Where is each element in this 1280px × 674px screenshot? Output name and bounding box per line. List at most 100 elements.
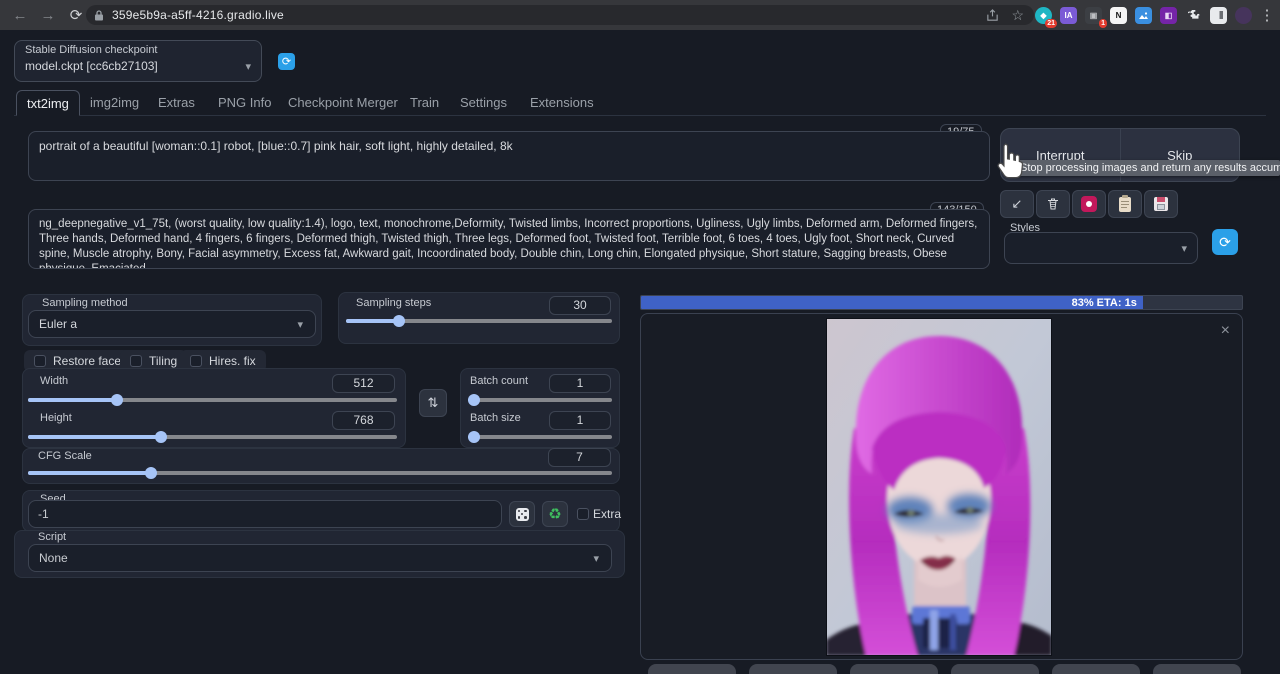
browser-forward-button[interactable]: →: [36, 3, 60, 27]
clear-prompt-button[interactable]: [1036, 190, 1070, 218]
progress-text: 83% ETA: 1s: [1072, 297, 1143, 309]
seed-value: -1: [38, 507, 49, 521]
generated-image-preview[interactable]: [826, 318, 1052, 656]
image-extension-icon[interactable]: [1135, 7, 1152, 24]
seed-input[interactable]: -1: [28, 500, 502, 528]
sidebar-extension-icon[interactable]: [1210, 7, 1227, 24]
batch-size-label: Batch size: [470, 412, 521, 424]
share-icon[interactable]: [986, 9, 999, 22]
lock-icon: [94, 10, 104, 21]
browser-reload-button[interactable]: ⟳: [64, 3, 88, 27]
cfg-scale-input[interactable]: 7: [548, 448, 611, 467]
script-dropdown[interactable]: None ▾: [28, 544, 612, 572]
styles-refresh-button[interactable]: ⟳: [1212, 229, 1238, 255]
height-slider[interactable]: [28, 431, 397, 443]
gallery-action-button[interactable]: [1052, 664, 1140, 674]
bookmark-star-icon[interactable]: ☆: [1011, 7, 1024, 24]
hires-fix-label: Hires. fix: [209, 354, 256, 368]
script-value: None: [39, 551, 68, 565]
script-label: Script: [38, 531, 66, 543]
progress-fill: 83% ETA: 1s: [641, 296, 1143, 309]
tiling-checkbox[interactable]: [130, 355, 142, 367]
swap-dimensions-button[interactable]: ⇅: [419, 389, 447, 417]
close-preview-icon[interactable]: ×: [1221, 322, 1230, 340]
progress-bar: 83% ETA: 1s: [640, 295, 1243, 310]
apply-styles-button[interactable]: [1108, 190, 1142, 218]
cfg-scale-label: CFG Scale: [38, 450, 92, 462]
tab-extras[interactable]: Extras: [148, 90, 205, 116]
width-slider[interactable]: [28, 394, 397, 406]
interrupt-tooltip: Stop processing images and return any re…: [1012, 160, 1280, 176]
seed-extra-checkbox[interactable]: [577, 508, 589, 520]
pin-extension-badge: 21: [1045, 19, 1057, 28]
tab-settings[interactable]: Settings: [450, 90, 517, 116]
width-input[interactable]: 512: [332, 374, 395, 393]
styles-dropdown[interactable]: ▾: [1004, 232, 1198, 264]
ia-extension-icon[interactable]: IA: [1060, 7, 1077, 24]
sampling-steps-slider[interactable]: [346, 315, 612, 327]
width-label: Width: [40, 375, 68, 387]
dice-icon: [516, 508, 529, 521]
styles-chevron-icon: ▾: [1181, 242, 1187, 255]
sampling-method-value: Euler a: [39, 317, 77, 331]
height-label: Height: [40, 412, 72, 424]
recycle-icon: ♻: [548, 505, 561, 523]
trash-icon: [1046, 197, 1060, 211]
sampling-method-dropdown[interactable]: Euler a ▾: [28, 310, 316, 338]
sampling-method-chevron-icon: ▾: [297, 318, 303, 331]
checkpoint-block: Stable Diffusion checkpoint model.ckpt […: [14, 40, 262, 82]
checkpoint-label: Stable Diffusion checkpoint: [25, 44, 158, 56]
tab-extensions[interactable]: Extensions: [520, 90, 604, 116]
profile-avatar[interactable]: [1235, 7, 1252, 24]
random-seed-button[interactable]: [509, 501, 535, 527]
batch-count-label: Batch count: [470, 375, 528, 387]
reuse-seed-button[interactable]: ♻: [542, 501, 568, 527]
browser-back-button[interactable]: ←: [8, 3, 32, 27]
save-floppy-icon: [1154, 197, 1168, 211]
extra-networks-icon: [1081, 196, 1097, 212]
camera-extension-badge: 1: [1099, 19, 1107, 28]
tab-train[interactable]: Train: [400, 90, 449, 116]
sampling-steps-input[interactable]: 30: [549, 296, 611, 315]
height-input[interactable]: 768: [332, 411, 395, 430]
batch-size-slider[interactable]: [468, 431, 612, 443]
puzzle-extensions-icon[interactable]: [1185, 7, 1202, 24]
browser-menu-icon[interactable]: ⋮: [1260, 3, 1274, 27]
tiling-label: Tiling: [149, 354, 177, 368]
purple-extension-icon[interactable]: ◧: [1160, 7, 1177, 24]
hires-fix-checkbox[interactable]: [190, 355, 202, 367]
tab-png-info[interactable]: PNG Info: [208, 90, 281, 116]
gallery-action-button[interactable]: [951, 664, 1039, 674]
seed-extra-label: Extra: [593, 507, 621, 521]
address-bar[interactable]: 359e5b9a-a5ff-4216.gradio.live ☆: [86, 5, 1034, 25]
notion-extension-icon[interactable]: N: [1110, 7, 1127, 24]
negative-prompt-textarea[interactable]: ng_deepnegative_v1_75t, (worst quality, …: [28, 209, 990, 269]
gallery-action-button[interactable]: [648, 664, 736, 674]
restore-faces-checkbox[interactable]: [34, 355, 46, 367]
show-extra-networks-button[interactable]: [1072, 190, 1106, 218]
pin-extension-icon[interactable]: ◆ 21: [1035, 7, 1052, 24]
checkpoint-dropdown[interactable]: model.ckpt [cc6cb27103] ▾: [25, 59, 251, 73]
chevron-down-icon: ▾: [245, 60, 251, 73]
screen: ← → ⟳ 359e5b9a-a5ff-4216.gradio.live ☆ ◆…: [0, 0, 1280, 674]
save-style-button[interactable]: [1144, 190, 1178, 218]
swap-arrows-icon: ⇅: [428, 395, 439, 411]
batch-size-input[interactable]: 1: [549, 411, 611, 430]
prompt-textarea[interactable]: portrait of a beautiful [woman::0.1] rob…: [28, 131, 990, 181]
checkpoint-value: model.ckpt [cc6cb27103]: [25, 59, 158, 73]
gallery-action-button[interactable]: [1153, 664, 1241, 674]
gallery-action-button[interactable]: [749, 664, 837, 674]
tab-img2img[interactable]: img2img: [80, 90, 149, 116]
tab-checkpoint-merger[interactable]: Checkpoint Merger: [278, 90, 408, 116]
tab-txt2img[interactable]: txt2img: [16, 90, 80, 116]
checkpoint-refresh-button[interactable]: ⟳: [278, 53, 295, 70]
camera-extension-icon[interactable]: ▣ 1: [1085, 7, 1102, 24]
gallery-action-button[interactable]: [850, 664, 938, 674]
paste-generation-params-button[interactable]: ↙: [1000, 190, 1034, 218]
batch-count-slider[interactable]: [468, 394, 612, 406]
cfg-scale-slider[interactable]: [28, 467, 612, 479]
batch-count-input[interactable]: 1: [549, 374, 611, 393]
sampling-steps-label: Sampling steps: [356, 297, 431, 309]
output-gallery: ×: [640, 313, 1243, 660]
paste-arrow-icon: ↙: [1012, 196, 1023, 212]
